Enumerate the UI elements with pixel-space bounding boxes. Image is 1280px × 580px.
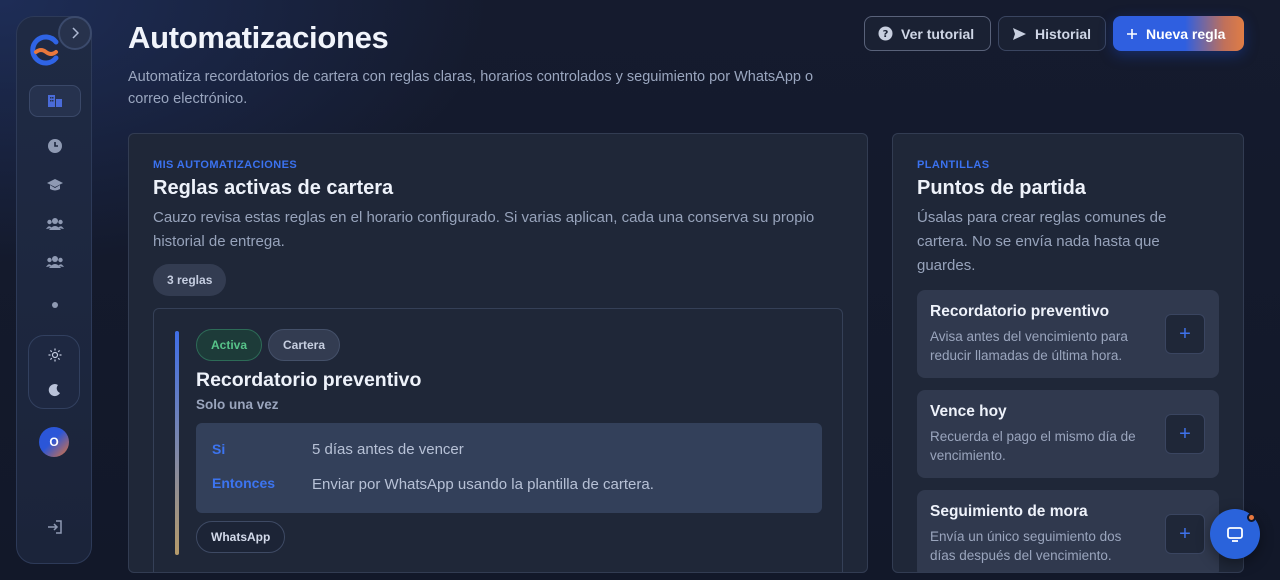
clock-icon: [48, 139, 62, 153]
new-rule-label: Nueva regla: [1146, 25, 1226, 42]
building-icon: [48, 95, 62, 107]
moon-icon: [48, 384, 60, 397]
rule-title: Recordatorio preventivo: [196, 369, 422, 391]
sun-icon: [48, 348, 62, 362]
sidebar: O: [16, 16, 92, 564]
then-value: Enviar por WhatsApp usando la plantilla …: [312, 476, 654, 493]
chevron-right-icon: [72, 27, 79, 39]
template-card[interactable]: Seguimiento de mora Envía un único segui…: [917, 490, 1219, 572]
rules-count-badge: 3 reglas: [153, 264, 227, 296]
nav-history[interactable]: [43, 136, 67, 156]
template-title: Seguimiento de mora: [930, 503, 1088, 520]
plus-icon: +: [1179, 422, 1191, 445]
templates-eyebrow: PLANTILLAS: [917, 159, 990, 171]
templates-panel: PLANTILLAS Puntos de partida Úsalas para…: [892, 133, 1244, 573]
tutorial-button[interactable]: ? Ver tutorial: [864, 16, 991, 51]
if-value: 5 días antes de vencer: [312, 441, 464, 458]
templates-description: Úsalas para crear reglas comunes de cart…: [917, 209, 1167, 274]
graduation-cap-icon: [47, 179, 63, 191]
rule-frequency: Solo una vez: [196, 397, 279, 412]
history-label: Historial: [1035, 25, 1092, 42]
nav-clients[interactable]: [43, 214, 67, 234]
page-title: Automatizaciones: [128, 20, 389, 55]
add-template-button[interactable]: +: [1165, 314, 1205, 354]
rules-description: Cauzo revisa estas reglas en el horario …: [153, 209, 815, 250]
templates-title: Puntos de partida: [917, 177, 1086, 199]
history-button[interactable]: Historial: [998, 16, 1106, 51]
rule-card[interactable]: Activa Cartera Recordatorio preventivo S…: [153, 308, 843, 572]
add-template-button[interactable]: +: [1165, 514, 1205, 554]
theme-switcher: [28, 335, 80, 409]
logout-icon: [48, 520, 62, 534]
svg-text:?: ?: [883, 29, 889, 40]
notification-dot: [1247, 513, 1256, 522]
dark-theme-button[interactable]: [43, 380, 67, 400]
rule-conditions: Si 5 días antes de vencer Entonces Envia…: [196, 423, 822, 513]
dot-icon: [52, 302, 58, 308]
plus-icon: [1127, 28, 1137, 39]
status-badge: Activa: [196, 329, 263, 361]
template-title: Vence hoy: [930, 403, 1007, 420]
organization-button[interactable]: [29, 85, 81, 117]
page-subtitle: Automatiza recordatorios de cartera con …: [128, 69, 814, 107]
nav-team[interactable]: [43, 252, 67, 272]
avatar-initial: O: [49, 435, 59, 449]
rules-eyebrow: MIS AUTOMATIZACIONES: [153, 159, 298, 171]
template-description: Envía un único seguimiento dos días desp…: [930, 529, 1122, 563]
sidebar-toggle-button[interactable]: [58, 16, 92, 50]
logout-button[interactable]: [43, 517, 67, 537]
nav-education[interactable]: [43, 175, 67, 195]
plus-icon: +: [1179, 322, 1191, 345]
app-logo[interactable]: [27, 33, 61, 67]
avatar[interactable]: O: [39, 427, 69, 457]
chat-icon: [1227, 527, 1243, 542]
template-title: Recordatorio preventivo: [930, 303, 1110, 320]
rules-title: Reglas activas de cartera: [153, 177, 394, 199]
then-label: Entonces: [212, 475, 276, 491]
users-icon: [46, 218, 64, 230]
template-description: Recuerda el pago el mismo día de vencimi…: [930, 429, 1136, 463]
plus-icon: +: [1179, 522, 1191, 545]
light-theme-button[interactable]: [43, 345, 67, 365]
template-card[interactable]: Vence hoy Recuerda el pago el mismo día …: [917, 390, 1219, 478]
channel-badge: WhatsApp: [196, 521, 286, 553]
add-template-button[interactable]: +: [1165, 414, 1205, 454]
nav-more[interactable]: [43, 295, 67, 315]
rule-accent-bar: [175, 331, 179, 555]
users-group-icon: [46, 256, 64, 268]
new-rule-button[interactable]: Nueva regla: [1113, 16, 1244, 51]
rules-panel: MIS AUTOMATIZACIONES Reglas activas de c…: [128, 133, 868, 573]
template-description: Avisa antes del vencimiento para reducir…: [930, 329, 1128, 363]
template-card[interactable]: Recordatorio preventivo Avisa antes del …: [917, 290, 1219, 378]
send-icon: [1013, 27, 1026, 40]
category-badge: Cartera: [268, 329, 341, 361]
question-icon: ?: [878, 26, 893, 41]
if-label: Si: [212, 441, 226, 457]
tutorial-label: Ver tutorial: [901, 25, 975, 42]
